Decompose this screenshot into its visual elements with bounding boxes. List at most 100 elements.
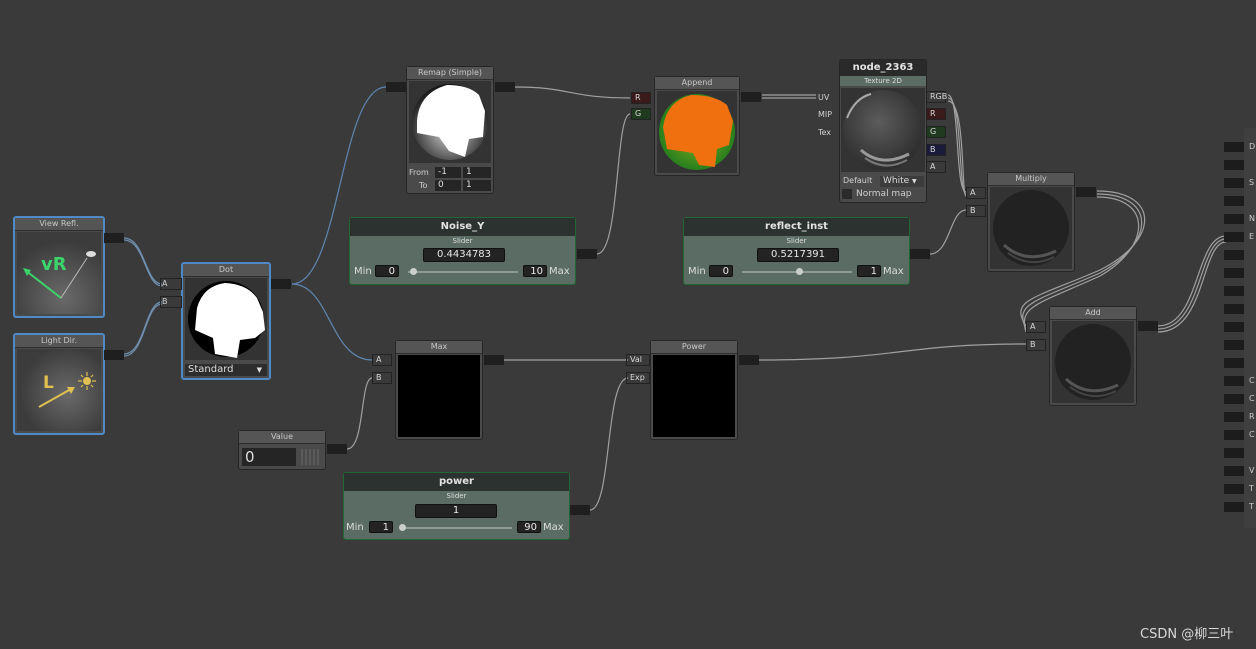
value-input[interactable]: 0 [242,448,296,466]
power-min-field[interactable]: 1 [369,521,393,533]
main-node-input-port[interactable] [1224,484,1244,494]
power-node[interactable]: Power [650,340,738,440]
slider-name: Noise_Y [350,218,575,236]
multiply-node[interactable]: Multiply [987,172,1075,272]
max-input-b[interactable]: B [372,372,392,384]
main-node-input-port[interactable] [1224,304,1244,314]
main-node-input-port[interactable] [1224,268,1244,278]
value-node[interactable]: Value 0 [238,430,326,470]
main-node-input-port[interactable] [1224,160,1244,170]
append-input-r[interactable]: R [631,92,651,104]
max-output-port[interactable] [484,355,504,365]
dot-input-a[interactable] [160,278,182,290]
texture-out-a[interactable]: A [926,161,946,173]
multiply-output-port[interactable] [1076,187,1096,197]
main-node-input-port[interactable] [1224,142,1244,152]
reflect-inst-slider-knob[interactable] [796,268,804,275]
main-node-input-port[interactable] [1224,430,1244,440]
texture-default-dropdown[interactable]: White ▼ [880,176,924,187]
main-node-input-label: C [1249,376,1255,385]
graph-canvas[interactable]: View Refl. vR Light Dir. L Dot Standard … [0,0,1256,649]
power-slider-knob[interactable] [399,524,406,531]
remap-node[interactable]: Remap (Simple) From -1 1 To 0 1 [406,66,494,194]
power-value-field[interactable]: 1 [415,504,497,518]
remap-to-min[interactable]: 0 [435,180,461,191]
reflect-inst-output-port[interactable] [910,249,930,259]
reflect-inst-slider-node[interactable]: reflect_inst Slider 0.5217391 Min 0 1 Ma… [683,217,910,285]
main-node-input-port[interactable] [1224,196,1244,206]
append-output-port[interactable] [741,92,761,102]
power-slider-output-port[interactable] [570,505,590,515]
main-node-input-port[interactable] [1224,286,1244,296]
main-node-input-port[interactable] [1224,466,1244,476]
node-title: Remap (Simple) [407,67,493,80]
reflect-inst-value-field[interactable]: 0.5217391 [757,248,839,262]
max-node[interactable]: Max [395,340,483,440]
remap-from-max[interactable]: 1 [463,167,491,178]
multiply-input-b[interactable]: B [966,205,986,217]
texture-out-g[interactable]: G [926,126,946,138]
remap-output-port[interactable] [495,82,515,92]
add-node[interactable]: Add [1049,306,1137,406]
append-input-g[interactable]: G [631,108,651,120]
main-node-input-port[interactable] [1224,358,1244,368]
light-dir-icon-text: L [43,373,54,393]
value-output-port[interactable] [327,444,347,454]
add-output-port[interactable] [1138,321,1158,331]
noise-y-slider-knob[interactable] [409,268,417,275]
main-node-input-port[interactable] [1224,448,1244,458]
noise-y-slider-node[interactable]: Noise_Y Slider 0.4434783 Min 0 10 Max [349,217,576,285]
append-node[interactable]: Append [654,76,740,176]
normal-map-checkbox[interactable] [842,189,852,199]
drag-handle-icon[interactable] [301,449,321,465]
reflect-inst-min-field[interactable]: 0 [709,265,733,277]
texture2d-node[interactable]: node_2363 Texture 2D Default White ▼ Nor… [839,59,927,203]
noise-y-output-port[interactable] [577,249,597,259]
add-input-a[interactable]: A [1026,321,1046,333]
node-title: Light Dir. [15,335,103,348]
reflect-inst-max-field[interactable]: 1 [857,265,881,277]
main-node-input-port[interactable] [1224,376,1244,386]
light-dir-node[interactable]: Light Dir. L [13,333,105,435]
main-node-input-port[interactable] [1224,214,1244,224]
main-node-input-port[interactable] [1224,178,1244,188]
main-node-input-port[interactable] [1224,394,1244,404]
multiply-input-a[interactable]: A [966,187,986,199]
main-node-input-port[interactable] [1224,232,1244,242]
remap-input-port[interactable] [386,82,406,92]
remap-to-max[interactable]: 1 [463,180,491,191]
node-title: Dot [183,264,269,277]
texture-out-r[interactable]: R [926,108,946,120]
main-node-input-port[interactable] [1224,340,1244,350]
power-slider-track[interactable] [402,527,512,529]
max-input-a[interactable]: A [372,354,392,366]
remap-preview-image [412,84,488,160]
power-input-exp[interactable]: Exp [626,372,650,384]
power-slider-node[interactable]: power Slider 1 Min 1 90 Max [343,472,570,540]
add-port-a-label: A [1030,322,1036,331]
main-node-input-label: T [1249,484,1254,493]
main-node-input-port[interactable] [1224,322,1244,332]
view-refl-node[interactable]: View Refl. vR [13,216,105,318]
main-node-input-port[interactable] [1224,412,1244,422]
power-max-field[interactable]: 90 [517,521,541,533]
noise-y-min-field[interactable]: 0 [375,265,399,277]
main-node-input-port[interactable] [1224,502,1244,512]
dot-mode-dropdown[interactable]: Standard ▼ [185,364,267,376]
dot-input-b[interactable] [160,296,182,308]
power-output-port[interactable] [739,355,759,365]
light-dir-output-port[interactable] [104,350,124,360]
dot-node[interactable]: Dot Standard ▼ [181,262,271,380]
add-input-b[interactable]: B [1026,339,1046,351]
node-title: View Refl. [15,218,103,231]
texture-out-rgb[interactable]: RGB [926,91,947,103]
noise-y-value-field[interactable]: 0.4434783 [423,248,505,262]
view-refl-output-port[interactable] [104,233,124,243]
dot-output-port[interactable] [271,279,291,289]
texture-out-b[interactable]: B [926,144,946,156]
noise-y-max-field[interactable]: 10 [523,265,547,277]
noise-y-slider-track[interactable] [408,271,518,273]
power-input-val[interactable]: Val [626,354,650,366]
main-node-input-port[interactable] [1224,250,1244,260]
remap-from-min[interactable]: -1 [435,167,461,178]
